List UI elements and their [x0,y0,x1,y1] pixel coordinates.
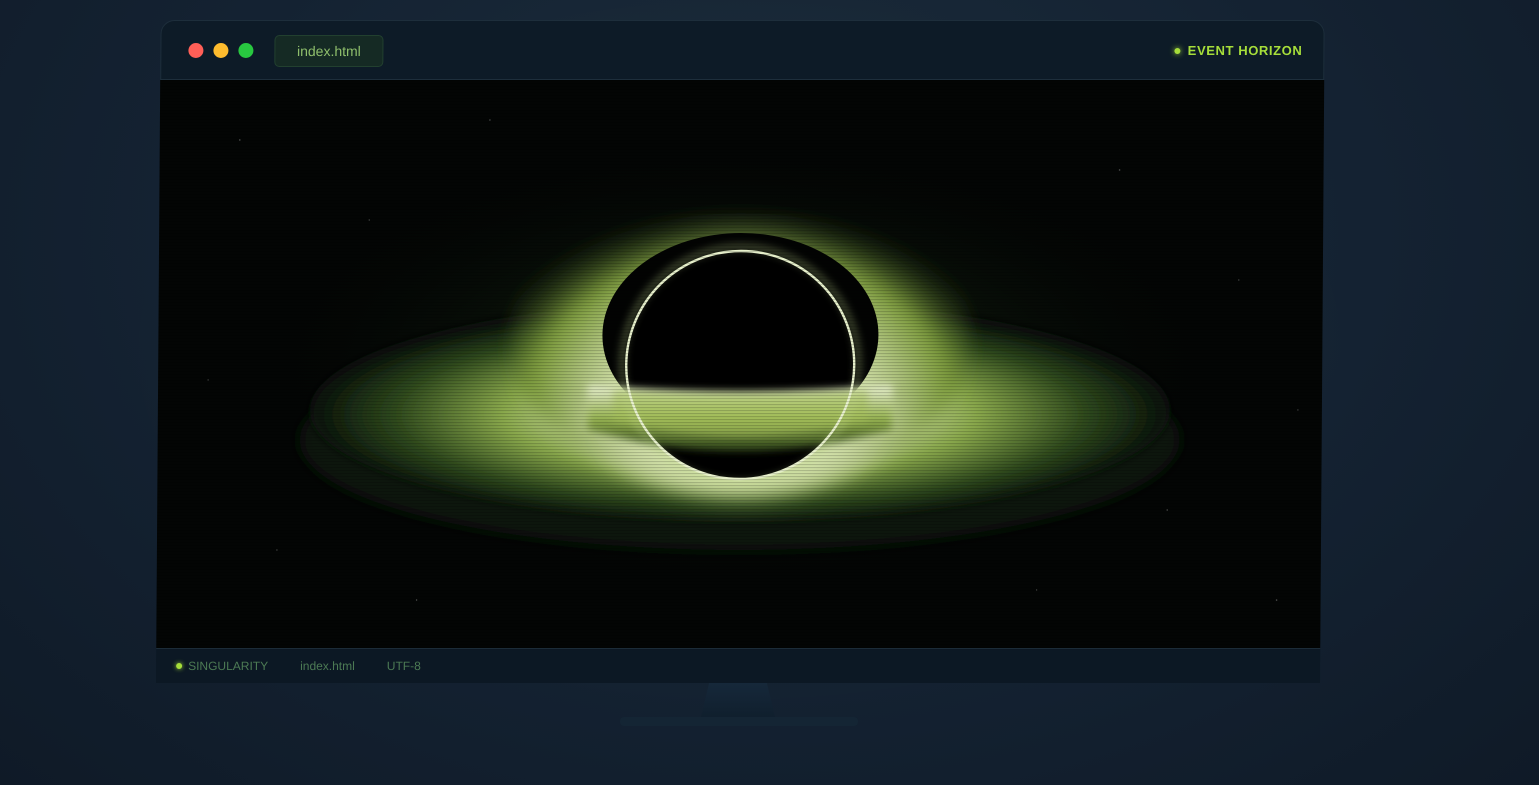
scanline-overlay [156,80,1325,648]
title-bar: index.html EVENT HORIZON [160,20,1325,80]
render-viewport[interactable] [156,80,1325,648]
status-file[interactable]: index.html [300,659,355,673]
close-dot-icon[interactable] [188,43,204,58]
status-bar: SINGULARITY index.html UTF-8 [156,648,1321,683]
minimize-dot-icon[interactable] [213,43,229,58]
status-led-icon [1174,47,1181,54]
tab-index-html[interactable]: index.html [274,35,384,67]
title-status-label: EVENT HORIZON [1187,43,1303,58]
black-hole-render [156,80,1325,648]
status-mode-label: SINGULARITY [188,659,269,673]
status-mode: SINGULARITY [176,659,268,673]
maximize-dot-icon[interactable] [238,43,254,58]
monitor-window: index.html EVENT HORIZON SINGULARITY ind… [156,20,1325,683]
monitor-stand-base [620,717,858,726]
title-status: EVENT HORIZON [1174,43,1303,58]
status-encoding[interactable]: UTF-8 [387,659,421,673]
monitor-stand-neck [700,683,776,721]
status-led-icon [176,663,183,669]
